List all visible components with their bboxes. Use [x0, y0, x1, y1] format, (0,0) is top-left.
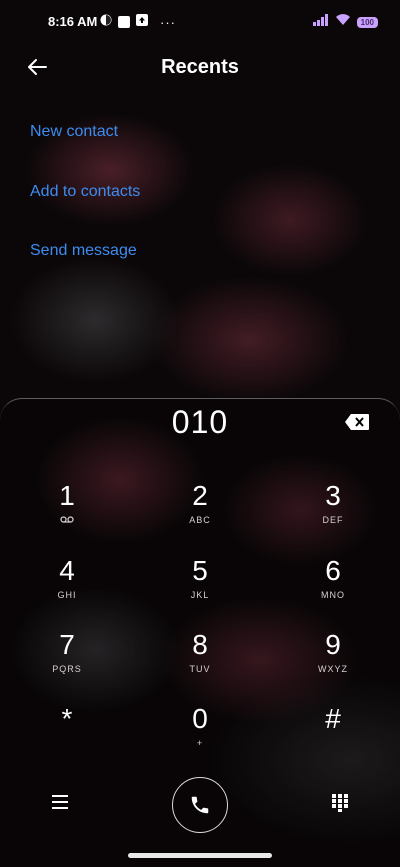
key-letters: WXYZ — [318, 664, 348, 674]
key-digit: # — [325, 703, 341, 734]
key-letters: JKL — [190, 590, 210, 600]
key-digit: 4 — [59, 555, 75, 586]
battery-icon: 100 — [356, 16, 378, 28]
key-5[interactable]: 5 JKL — [155, 556, 245, 616]
key-digit: * — [61, 703, 73, 734]
send-message-link[interactable]: Send message — [30, 242, 137, 260]
key-digit: 0 — [192, 703, 208, 734]
key-digit: 9 — [325, 629, 341, 660]
key-letters — [288, 738, 378, 748]
key-letters: MNO — [321, 590, 345, 600]
app-notification-icon — [100, 13, 112, 31]
phone-icon — [191, 796, 209, 814]
key-8[interactable]: 8 TUV — [155, 630, 245, 690]
key-letters: DEF — [322, 515, 344, 525]
key-2[interactable]: 2 ABC — [155, 481, 245, 541]
key-3[interactable]: 3 DEF — [288, 481, 378, 541]
notification-icons: ··· — [100, 13, 176, 31]
hamburger-menu-icon — [52, 795, 68, 809]
app-header: Recents — [0, 44, 400, 90]
wifi-icon — [335, 13, 351, 31]
status-time: 8:16 AM — [48, 14, 98, 29]
key-4[interactable]: 4 GHI — [22, 556, 112, 616]
signal-icon — [312, 13, 329, 31]
key-hash[interactable]: # — [288, 704, 378, 764]
page-title: Recents — [161, 56, 239, 78]
key-digit: 6 — [325, 555, 341, 586]
dialpad-icon — [332, 794, 348, 812]
key-9[interactable]: 9 WXYZ — [288, 630, 378, 690]
key-letters: TUV — [189, 664, 211, 674]
add-to-contacts-link[interactable]: Add to contacts — [30, 183, 140, 201]
square-notification-icon — [118, 16, 130, 28]
voicemail-icon — [22, 515, 112, 525]
home-indicator[interactable] — [128, 853, 272, 858]
key-star[interactable]: * — [22, 704, 112, 764]
call-button[interactable] — [172, 777, 228, 833]
key-1[interactable]: 1 — [22, 481, 112, 541]
key-letters: PQRS — [52, 664, 82, 674]
backspace-icon — [345, 414, 369, 430]
upload-notification-icon — [136, 13, 148, 31]
key-letters: ABC — [189, 515, 211, 525]
new-contact-link[interactable]: New contact — [30, 123, 118, 141]
key-digit: 1 — [59, 480, 75, 511]
more-notifications-icon: ··· — [160, 14, 176, 30]
dialed-number: 010 — [171, 404, 229, 440]
key-letters: + — [196, 738, 204, 748]
key-digit: 5 — [192, 555, 208, 586]
key-letters — [22, 738, 112, 748]
key-digit: 3 — [325, 480, 341, 511]
key-digit: 2 — [192, 480, 208, 511]
status-bar: 8:16 AM ··· 100 — [0, 0, 400, 44]
backspace-button[interactable] — [344, 413, 370, 431]
system-icons: 100 — [312, 13, 378, 31]
key-0[interactable]: 0 + — [155, 704, 245, 764]
key-6[interactable]: 6 MNO — [288, 556, 378, 616]
key-7[interactable]: 7 PQRS — [22, 630, 112, 690]
key-digit: 8 — [192, 629, 208, 660]
dialpad-toggle-button[interactable] — [332, 794, 348, 817]
menu-button[interactable] — [52, 795, 68, 814]
key-digit: 7 — [59, 629, 75, 660]
key-letters: GHI — [57, 590, 77, 600]
